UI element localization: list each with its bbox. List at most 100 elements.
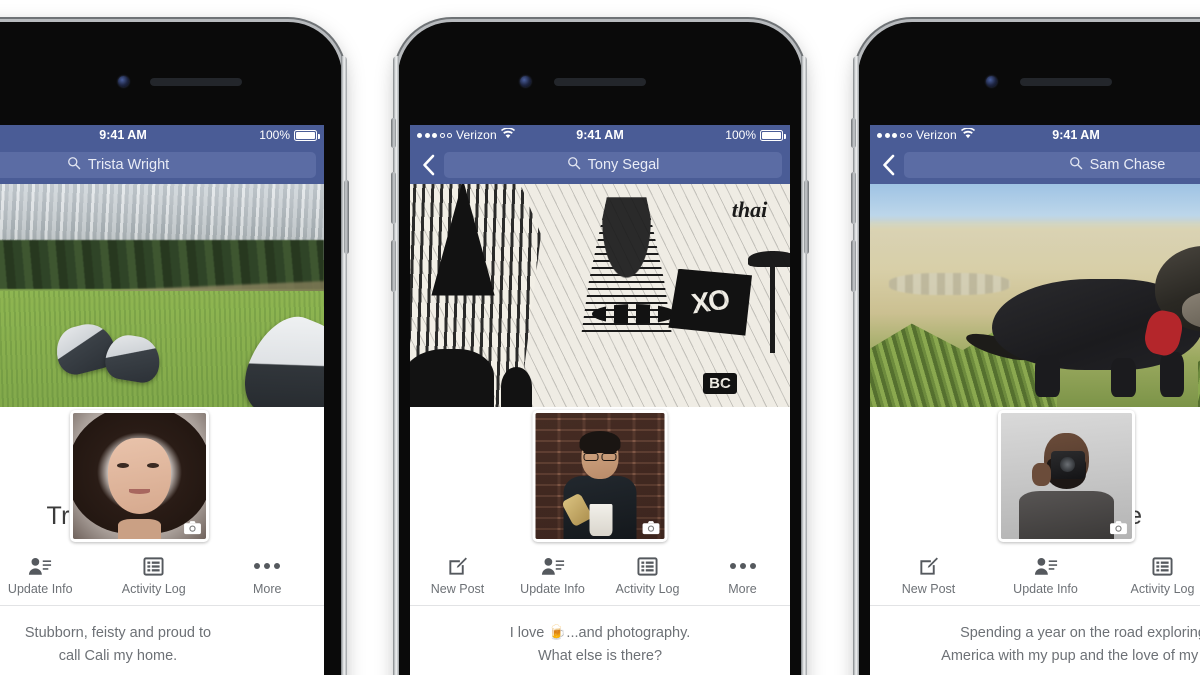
mute-switch[interactable] [851,118,856,148]
search-input[interactable]: Trista Wright [0,152,316,178]
action-label: Activity Log [1130,582,1195,596]
bio-line: Stubborn, feisty and proud to [24,625,212,641]
update-info-button[interactable]: Update Info [505,555,600,596]
nav-bar-right: Sam Chase [870,146,1200,184]
action-label: Activity Log [121,582,186,596]
search-input[interactable]: Sam Chase [904,152,1200,178]
carrier-label: Verizon [916,128,957,142]
person-info-icon [28,555,52,577]
search-icon [1069,156,1083,174]
phone-rail-left-center [393,56,399,675]
activity-log-button[interactable]: Activity Log [1104,555,1200,596]
cover-photo[interactable] [0,184,324,407]
person-info-icon [1034,555,1058,577]
cover-photo-hillside [0,184,324,407]
action-label: More [253,582,282,596]
cover-photo[interactable] [870,184,1200,407]
cover-photo[interactable]: thai BC [410,184,790,407]
battery-icon [294,130,320,141]
screen-left: erizon 9:41 AM 100% Trista Wright [0,125,324,675]
profile-photo-container[interactable] [998,410,1135,542]
compose-icon [918,555,939,577]
profile-action-bar: New Post Update Info Activity Log M [870,549,1200,606]
earpiece-speaker [1020,78,1112,86]
more-button[interactable]: More [211,555,325,596]
phone-rail-left-right [853,56,859,675]
wifi-icon [960,125,975,146]
compose-icon [447,555,468,577]
ellipsis-icon [254,555,281,577]
front-camera-icon [520,76,531,87]
signal-strength-icon [877,133,912,138]
profile-bio: Stubborn, feisty and proud to call Cali … [0,606,324,675]
status-right-group: 100% [725,125,786,146]
action-label: Update Info [1013,582,1078,596]
volume-up-button[interactable] [391,172,396,224]
status-left-group: Verizon [417,125,515,146]
activity-log-button[interactable]: Activity Log [97,555,211,596]
search-value: Sam Chase [1089,157,1166,173]
new-post-button[interactable]: New Post [870,555,987,596]
update-info-button[interactable]: Update Info [0,555,97,596]
nav-bar-center: Tony Segal [410,146,790,184]
list-icon [1152,555,1173,577]
new-post-button[interactable]: New Post [410,555,505,596]
battery-percent-label: 100% [725,128,756,142]
profile-photo-container[interactable] [70,410,209,542]
cover-photo-graffiti: thai BC [410,184,790,407]
mute-switch[interactable] [391,118,396,148]
search-icon [567,156,581,174]
graffiti-text-thai: thai [731,197,768,223]
bio-line: Spending a year on the road exploring [960,625,1200,641]
bio-line: call Cali my home. [58,648,178,664]
profile-action-bar: New Post Update Info Activity Log M [410,549,790,606]
cover-photo-dog-beach [870,184,1200,407]
camera-icon[interactable] [182,519,202,535]
status-bar-left: erizon 9:41 AM 100% [0,125,324,146]
power-button-center[interactable] [804,180,809,254]
status-left-group: Verizon [877,125,975,146]
earpiece-speaker [150,78,242,86]
more-button[interactable]: More [695,555,790,596]
action-label: More [728,582,757,596]
volume-down-button[interactable] [391,240,396,292]
search-icon [67,156,81,174]
profile-photo-trista[interactable] [70,410,209,542]
front-camera-icon [986,76,997,87]
activity-log-button[interactable]: Activity Log [600,555,695,596]
ellipsis-icon [729,555,756,577]
dog-illustration [963,246,1200,397]
volume-up-button[interactable] [851,172,856,224]
carrier-label: Verizon [456,128,497,142]
phone-rail-right-left [341,56,347,675]
volume-down-button[interactable] [851,240,856,292]
phone-right: Verizon 9:41 AM 10 Sam [851,22,1200,675]
back-button[interactable] [878,153,898,177]
camera-icon[interactable] [641,519,661,535]
phone-left: erizon 9:41 AM 100% Trista Wright [0,22,349,675]
update-info-button[interactable]: Update Info [987,555,1104,596]
profile-photo-tony[interactable] [532,410,668,542]
status-bar-right: Verizon 9:41 AM 10 [870,125,1200,146]
list-icon [143,555,164,577]
battery-icon [760,130,786,141]
profile-photo-sam[interactable] [998,410,1135,542]
front-camera-icon [118,76,129,87]
power-button-left[interactable] [344,180,349,254]
search-input[interactable]: Tony Segal [444,152,782,178]
search-value: Trista Wright [87,157,170,173]
back-button[interactable] [418,153,438,177]
earpiece-speaker [554,78,646,86]
camera-icon[interactable] [1108,519,1128,535]
search-value: Tony Segal [587,157,660,173]
profile-bio: Spending a year on the road exploring Am… [870,606,1200,675]
profile-bio: I love 🍺...and photography. What else is… [410,606,790,675]
status-right-group: 100% [259,125,320,146]
action-label: Activity Log [615,582,680,596]
action-label: New Post [901,582,956,596]
nav-bar-left: Trista Wright [0,146,324,184]
graffiti-text-bc: BC [703,372,737,394]
action-label: Update Info [7,582,73,596]
wifi-icon [500,125,515,146]
profile-photo-container[interactable] [532,410,668,542]
